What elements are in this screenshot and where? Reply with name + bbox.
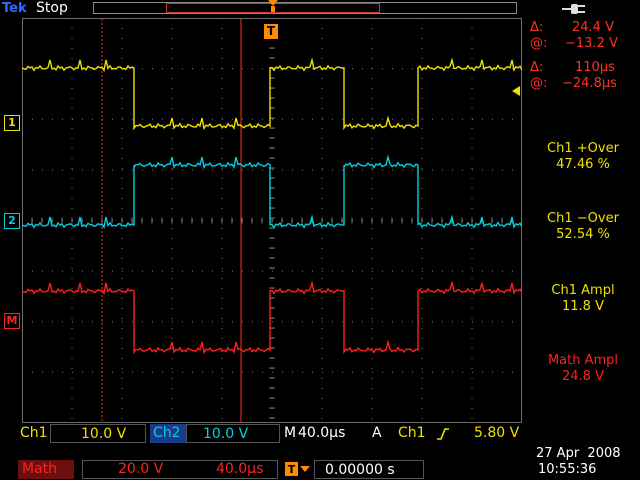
ch1-scale-label[interactable]: Ch1 — [20, 424, 48, 443]
measurement-2-title[interactable]: Ch1 −Over — [524, 211, 640, 226]
trigger-position-icon[interactable] — [268, 0, 278, 12]
measurement-1-title[interactable]: Ch1 +Over — [524, 141, 640, 156]
measurement-3-value: 11.8 V — [562, 299, 604, 314]
math-label[interactable]: Math — [18, 460, 74, 479]
measurement-4-title[interactable]: Math Ampl — [524, 353, 640, 368]
trigger-position-value[interactable]: 0.00000 s — [314, 460, 424, 479]
delta-v-symbol: Δ: — [530, 20, 544, 35]
measurement-3-title[interactable]: Ch1 Ampl — [524, 283, 640, 298]
delta-t-symbol: Δ: — [530, 60, 544, 75]
trigger-level[interactable]: 5.80 V — [474, 424, 519, 443]
delta-v-value: 24.4 V — [572, 20, 614, 35]
horizontal-scale-label[interactable]: M — [284, 424, 296, 443]
at-v-value: −13.2 V — [565, 36, 618, 51]
at-t-symbol: @: — [530, 76, 548, 91]
ch1-scale-value[interactable]: 10.0 V — [50, 424, 146, 443]
math-ground-marker[interactable]: M — [4, 313, 20, 329]
date-readout: 27 Apr 2008 — [536, 446, 621, 461]
ch2-ground-marker[interactable]: 2 — [4, 213, 20, 229]
measurement-1-value: 47.46 % — [556, 157, 610, 172]
trigger-point-marker[interactable]: T — [264, 24, 278, 39]
waveform-graticule[interactable] — [22, 18, 522, 423]
acquisition-state[interactable]: Stop — [36, 0, 68, 16]
horizontal-scale-value[interactable]: 40.0µs — [298, 424, 345, 443]
at-t-value: −24.8µs — [562, 76, 617, 91]
trigger-mode-label[interactable]: A — [372, 424, 382, 443]
at-v-symbol: @: — [530, 36, 548, 51]
power-plug-icon — [562, 4, 585, 14]
ch2-scale-label[interactable]: Ch2 — [150, 424, 186, 443]
trigger-level-icon[interactable] — [510, 86, 520, 96]
measurement-2-value: 52.54 % — [556, 227, 610, 242]
math-vertical-scale: 20.0 V — [118, 461, 164, 477]
svg-text:T: T — [288, 463, 296, 476]
trigger-source[interactable]: Ch1 — [398, 424, 426, 443]
rising-edge-icon[interactable] — [436, 427, 450, 441]
math-horizontal-scale: 40.0µs — [216, 461, 264, 477]
measurement-4-value: 24.8 V — [562, 369, 604, 384]
time-readout: 10:55:36 — [538, 462, 597, 477]
delta-t-value: 110µs — [575, 60, 615, 75]
ch2-scale-value[interactable]: 10.0 V — [186, 424, 280, 443]
trigger-position-readout-icon[interactable]: T — [285, 462, 311, 476]
ch1-ground-marker[interactable]: 1 — [4, 115, 20, 131]
tek-logo: Tek — [2, 1, 27, 16]
